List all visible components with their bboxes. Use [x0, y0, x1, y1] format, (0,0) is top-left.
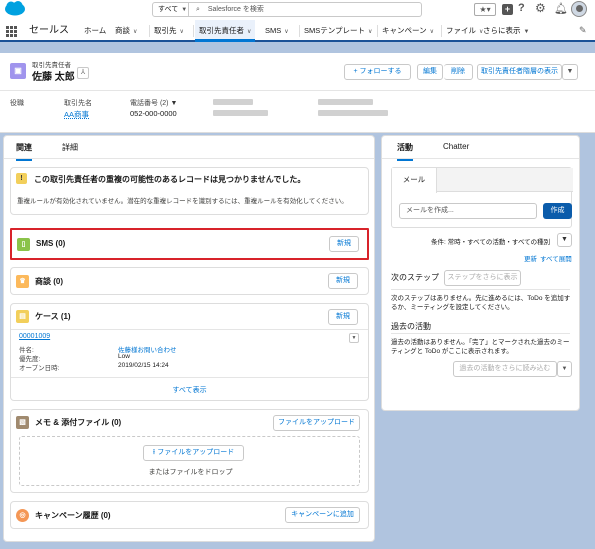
cases-new-button[interactable]: 新規 — [328, 309, 358, 325]
duplicate-check-card: ! この取引先責任者の重複の可能性のあるレコードは見つかりませんでした。 重複ル… — [10, 167, 369, 215]
load-more-activity-button[interactable]: 過去の活動をさらに読み込む — [453, 361, 557, 377]
actions-dropdown-icon[interactable]: ▼ — [562, 64, 578, 80]
follow-button[interactable]: + フォローする — [344, 64, 411, 80]
tab-opportunities[interactable]: 商談 ∨ — [115, 20, 137, 42]
tab-contacts[interactable]: 取引先責任者 ∨ — [195, 20, 256, 42]
past-activity-title: 過去の活動 — [391, 322, 431, 331]
gear-icon[interactable]: ⚙ — [535, 1, 546, 15]
opportunity-title: 商談 (0) — [35, 277, 63, 286]
title-field-label: 役職 — [10, 100, 24, 107]
record-highlights: ▣ 取引先責任者 佐藤 太郎 ⅄ + フォローする 編集 削除 取引先責任者階層… — [0, 53, 595, 133]
tab-detail[interactable]: 詳細 — [62, 142, 78, 153]
search-placeholder: Salesforce を検索 — [207, 6, 264, 13]
campaign-history-card: ◎ キャンペーン履歴 (0) キャンペーンに追加 — [10, 501, 369, 529]
global-header: すべて ▼ ⌕ Salesforce を検索 ★▾ + ? ⚙ 🔔︎ — [0, 0, 595, 20]
edit-nav-icon[interactable]: ✎ — [579, 25, 587, 36]
favorites-icon[interactable]: ★▾ — [474, 3, 496, 16]
next-steps-title: 次のステップ — [391, 273, 439, 282]
help-icon[interactable]: ? — [518, 2, 525, 14]
email-compose-input[interactable]: メールを作成... — [399, 203, 537, 219]
tab-more[interactable]: さらに表示 ▼ — [483, 20, 529, 42]
more-steps-button[interactable]: ステップをさらに表示 — [444, 270, 521, 286]
tab-files[interactable]: ファイル ∨ — [446, 20, 483, 42]
account-link[interactable]: AA商事 — [64, 109, 89, 120]
activity-filter-text: 条件: 常時・すべての活動・すべての種別 — [431, 239, 551, 246]
delete-button[interactable]: 削除 — [444, 64, 473, 80]
sms-new-button[interactable]: 新規 — [329, 236, 359, 252]
sms-title: SMS (0) — [36, 239, 66, 248]
cases-title: ケース (1) — [35, 312, 71, 321]
tab-email[interactable]: メール — [392, 168, 437, 193]
load-more-dropdown-icon[interactable]: ▼ — [557, 361, 572, 377]
duplicate-message: 重複ルールが有効化されていません。潜在的な重複レコードを識別するには、重複ルール… — [17, 198, 348, 205]
app-nav-bar: セールス ホーム 商談 ∨ 取引先 ∨ 取引先責任者 ∨ SMS ∨ SMSテンプレート… — [0, 20, 595, 42]
upload-icon: ⭱ — [152, 449, 156, 456]
tab-accounts[interactable]: 取引先 ∨ — [154, 20, 184, 42]
opportunity-related-card: ♛ 商談 (0) 新規 — [10, 267, 369, 295]
composer: メール メールを作成... 作成 — [391, 167, 573, 228]
tab-chatter[interactable]: Chatter — [443, 142, 469, 151]
tab-campaigns[interactable]: キャンペーン ∨ — [382, 20, 434, 42]
opportunity-icon: ♛ — [16, 275, 29, 288]
related-panel: 関連 詳細 ! この取引先責任者の重複の可能性のあるレコードは見つかりませんでし… — [3, 135, 375, 542]
notes-files-card: ▧ メモ & 添付ファイル (0) ファイルをアップロード ⭱ ファイルをアップ… — [10, 409, 369, 493]
case-opened-value: 2019/02/15 14:24 — [118, 362, 169, 369]
case-row-menu-icon[interactable]: ▼ — [349, 333, 359, 343]
phone-value: 052-000-0000 — [130, 109, 177, 118]
hierarchy-icon[interactable]: ⅄ — [77, 67, 89, 79]
add-to-campaign-button[interactable]: キャンペーンに追加 — [285, 507, 360, 523]
tab-sms-templates[interactable]: SMSテンプレート ∨ — [304, 20, 372, 42]
search-scope-label: すべて — [158, 6, 179, 13]
case-icon: ▤ — [16, 310, 29, 323]
duplicate-title: この取引先責任者の重複の可能性のあるレコードは見つかりませんでした。 — [34, 175, 306, 184]
app-name: セールス — [29, 25, 69, 36]
bell-icon[interactable]: 🔔︎ — [554, 2, 568, 15]
account-field-label: 取引先名 — [64, 100, 92, 107]
activity-panel: 活動 Chatter メール メールを作成... 作成 条件: 常時・すべての活… — [381, 135, 580, 411]
case-number-link[interactable]: 00001009 — [19, 333, 50, 340]
search-input[interactable]: ⌕ Salesforce を検索 — [189, 2, 422, 17]
next-steps-empty-message: 次のステップはありません。先に進めるには、ToDo を追加するか、ミーティングを… — [391, 295, 571, 311]
opportunity-new-button[interactable]: 新規 — [328, 273, 358, 289]
compose-button[interactable]: 作成 — [543, 203, 572, 219]
search-scope-select[interactable]: すべて ▼ — [152, 2, 189, 17]
phone-field-label: 電話番号 (2) ▼ — [130, 100, 178, 107]
sms-related-card: ▯ SMS (0) 新規 — [10, 228, 369, 260]
drop-files-label: またはファイルをドロップ — [148, 469, 233, 476]
avatar[interactable] — [571, 1, 587, 17]
tab-sms[interactable]: SMS ∨ — [265, 20, 289, 42]
upload-files-button[interactable]: ⭱ ファイルをアップロード — [143, 445, 244, 461]
view-hierarchy-button[interactable]: 取引先責任者階層の表示 — [477, 64, 562, 80]
refresh-link[interactable]: 更新 — [524, 253, 537, 263]
case-priority-value: Low — [118, 353, 130, 360]
file-drop-zone[interactable]: ⭱ ファイルをアップロード またはファイルをドロップ — [19, 436, 360, 486]
app-launcher-icon[interactable] — [6, 26, 17, 37]
files-icon: ▧ — [16, 416, 29, 429]
salesforce-logo-icon — [5, 1, 25, 16]
case-opened-label: オープン日時: — [19, 365, 60, 372]
past-activity-empty-message: 過去の活動はありません。「完了」とマークされた過去のミーティングと ToDo が… — [391, 339, 570, 355]
search-icon: ⌕ — [196, 6, 200, 13]
contact-icon: ▣ — [10, 63, 26, 79]
edit-button[interactable]: 編集 — [417, 64, 443, 80]
record-name: 佐藤 太郎 — [32, 72, 75, 83]
upload-files-header-button[interactable]: ファイルをアップロード — [273, 415, 360, 431]
campaign-title: キャンペーン履歴 (0) — [35, 511, 111, 520]
warning-icon: ! — [16, 173, 27, 184]
cases-related-card: ▤ ケース (1) 新規 00001009 ▼ 件名: 佐藤様お問い合わせ 優先… — [10, 303, 369, 401]
files-title: メモ & 添付ファイル (0) — [35, 418, 122, 427]
tab-home[interactable]: ホーム — [84, 20, 106, 42]
add-icon[interactable]: + — [502, 4, 513, 15]
expand-all-link[interactable]: すべて展開 — [540, 253, 572, 263]
cases-view-all-link[interactable]: すべて表示 — [11, 385, 368, 395]
filter-icon[interactable]: ▼ — [557, 233, 572, 247]
sms-icon: ▯ — [17, 238, 30, 251]
campaign-icon: ◎ — [16, 509, 29, 522]
